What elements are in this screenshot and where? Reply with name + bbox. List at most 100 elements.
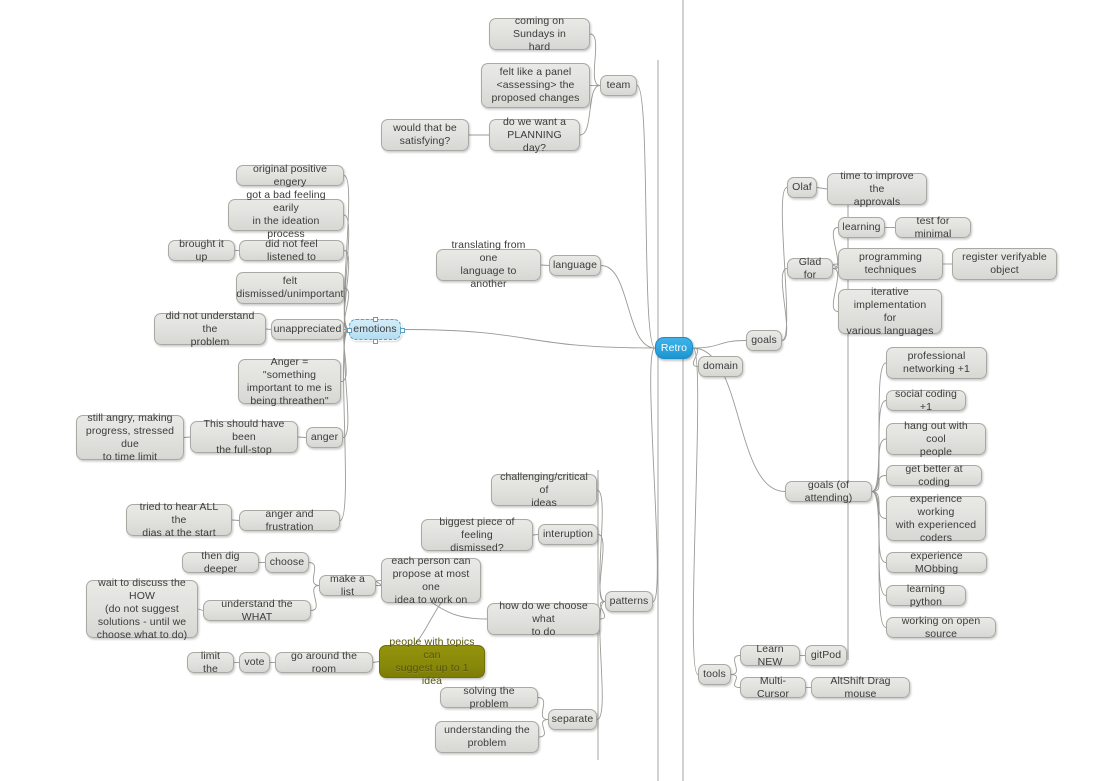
mindmap-node-social_coding[interactable]: social coding +1 [886,388,966,413]
edge-goals_attending-to-better_coding [871,475,887,492]
mindmap-node-vote[interactable]: vote [239,652,270,673]
mindmap-node-each_person[interactable]: each person can propose at most one idea… [381,555,481,606]
mindmap-node-people_topics[interactable]: people with topics can suggest up to 1 i… [379,636,485,687]
mindmap-node-team[interactable]: team [600,75,637,96]
edge-separate-to-understanding_problem [538,719,549,738]
mindmap-node-understanding_problem[interactable]: understanding the problem [435,721,539,753]
mindmap-node-coming_sundays[interactable]: coming on Sundays in hard [489,15,590,53]
edge-goals_attending-to-experience_mobbing [871,491,887,563]
edge-emotions-to-original_energy [343,175,350,330]
mindmap-node-gitpod[interactable]: gitPod [805,645,847,666]
edge-goals_attending-to-prof_networking [871,362,887,492]
mindmap-node-solving_problem[interactable]: solving the problem [440,685,538,710]
edge-patterns-to-challenging [596,489,606,602]
resize-handle-1[interactable] [400,327,405,333]
mindmap-node-domain[interactable]: domain [698,356,743,377]
edge-goals_attending-to-social_coding [871,400,887,492]
mindmap-node-emotions[interactable]: emotions [349,319,401,340]
mindmap-node-planning_day[interactable]: do we want a PLANNING day? [489,116,580,154]
mindmap-node-open_source[interactable]: working on open source [886,615,996,640]
edge-patterns-to-interuption [597,534,606,602]
mindmap-node-altshift_drag[interactable]: AltShift Drag mouse [811,675,910,700]
mindmap-node-biggest_piece[interactable]: biggest piece of feeling dismissed? [421,516,533,554]
mindmap-node-olaf[interactable]: Olaf [787,177,817,198]
mindmap-node-learning[interactable]: learning [838,217,885,238]
mindmap-node-interuption[interactable]: interuption [538,524,598,545]
resize-handle-3[interactable] [373,339,378,344]
mindmap-node-goals_attending[interactable]: goals (of attending) [785,479,872,504]
mindmap-node-still_angry[interactable]: still angry, making progress, stressed d… [76,412,184,463]
mindmap-canvas[interactable]: Retro domain team coming on Sundays in hard… [0,0,1100,781]
mindmap-node-make_a_list[interactable]: make a list [319,573,376,598]
edge-retro-to-tools [692,347,699,675]
mindmap-node-felt_dismissed[interactable]: felt dismissed/unimportant [236,272,344,304]
mindmap-node-choose[interactable]: choose [265,552,309,573]
resize-handle-2[interactable] [373,317,378,322]
mindmap-node-test_minimal[interactable]: test for minimal [895,215,971,240]
edge-team-to-coming_sundays [589,33,601,86]
edge-olaf-to-improve_approvals [816,187,828,190]
mindmap-node-learn_new[interactable]: Learn NEW [740,643,800,668]
mindmap-node-retro[interactable]: Retro [655,337,693,359]
mindmap-node-patterns[interactable]: patterns [605,591,653,612]
mindmap-node-challenging[interactable]: challenging/critical of ideas [491,471,597,509]
edge-emotions-to-bad_feeling [343,214,350,330]
edge-goals-to-glad_for [781,268,788,341]
mindmap-node-not_listened[interactable]: did not feel listened to [239,238,344,263]
mindmap-node-multi_cursor[interactable]: Multi-Cursor [740,675,806,700]
edge-make_a_list-to-choose [308,562,320,586]
mindmap-node-felt_panel[interactable]: felt like a panel <assessing> the propos… [481,63,590,108]
edge-retro-to-team [636,85,656,349]
mindmap-node-tried_hear[interactable]: tried to hear ALL the dias at the start [126,501,232,539]
edge-tools-to-learn_new [730,655,741,675]
mindmap-node-how_choose[interactable]: how do we choose what to do [487,600,600,638]
edge-goals_attending-to-hang_out [871,438,887,492]
edge-retro-to-language [600,265,656,349]
edge-retro-to-emotions [400,329,656,349]
edge-goals_attending-to-learning_python [871,491,887,596]
mindmap-node-limit_the[interactable]: limit the [187,650,234,675]
mindmap-node-goals[interactable]: goals [746,330,782,351]
edge-make_a_list-to-understand_what [310,585,320,611]
mindmap-node-satisfying[interactable]: would that be satisfying? [381,119,469,151]
mindmap-node-prog_techniques[interactable]: programming techniques [838,248,943,280]
mindmap-node-experience_mobbing[interactable]: experience MObbing [886,550,987,575]
mindmap-node-brought_it_up[interactable]: brought it up [168,238,235,263]
mindmap-node-original_energy[interactable]: original positive engery [236,163,344,188]
mindmap-node-bad_feeling[interactable]: got a bad feeling earily in the ideation… [228,189,344,240]
mindmap-node-prof_networking[interactable]: professional networking +1 [886,347,987,379]
mindmap-node-full_stop[interactable]: This should have been the full-stop [190,418,298,456]
edge-goals_attending-to-experience_working [871,491,887,519]
edge-retro-to-goals [692,340,747,349]
edge-separate-to-solving_problem [537,697,549,720]
mindmap-node-go_around[interactable]: go around the room [275,650,373,675]
mindmap-node-anger_frustration[interactable]: anger and frustration [239,508,340,533]
mindmap-node-iterative_impl[interactable]: iterative implementation for various lan… [838,286,942,337]
edge-retro-to-patterns [650,347,658,602]
mindmap-node-separate[interactable]: separate [548,709,597,730]
edge-anger_frustration-to-tried_hear [231,519,240,521]
mindmap-node-anger[interactable]: anger [306,427,343,448]
mindmap-node-hang_out[interactable]: hang out with cool people [886,420,986,458]
edge-goals_attending-to-open_source [871,491,887,628]
mindmap-node-language[interactable]: language [549,255,601,276]
mindmap-node-better_coding[interactable]: get better at coding [886,463,982,488]
mindmap-node-tools[interactable]: tools [698,664,731,685]
mindmap-node-learning_python[interactable]: learning python [886,583,966,608]
mindmap-node-anger_def[interactable]: Anger = "something important to me is be… [238,356,341,407]
resize-handle-0[interactable] [347,327,352,333]
mindmap-node-understand_what[interactable]: understand the WHAT [203,598,311,623]
edge-emotions-to-not_listened [343,250,350,330]
mindmap-node-translating[interactable]: translating from one language to another [436,239,541,290]
mindmap-node-register_verify[interactable]: register verifyable object [952,248,1057,280]
mindmap-node-dig_deeper[interactable]: then dig deeper [182,550,259,575]
mindmap-node-unappreciated[interactable]: unappreciated [271,319,344,340]
edge-anger-to-full_stop [297,436,307,438]
mindmap-node-improve_approvals[interactable]: time to improve the approvals [827,170,927,208]
mindmap-node-not_understand[interactable]: did not understand the problem [154,310,266,348]
mindmap-node-glad_for[interactable]: Glad for [787,256,833,281]
edge-tools-to-multi_cursor [730,674,741,688]
mindmap-node-wait_how[interactable]: wait to discuss the HOW (do not suggest … [86,577,198,641]
edge-emotions-to-anger_frustration [339,329,350,521]
mindmap-node-experience_working[interactable]: experience working with experienced code… [886,493,986,544]
